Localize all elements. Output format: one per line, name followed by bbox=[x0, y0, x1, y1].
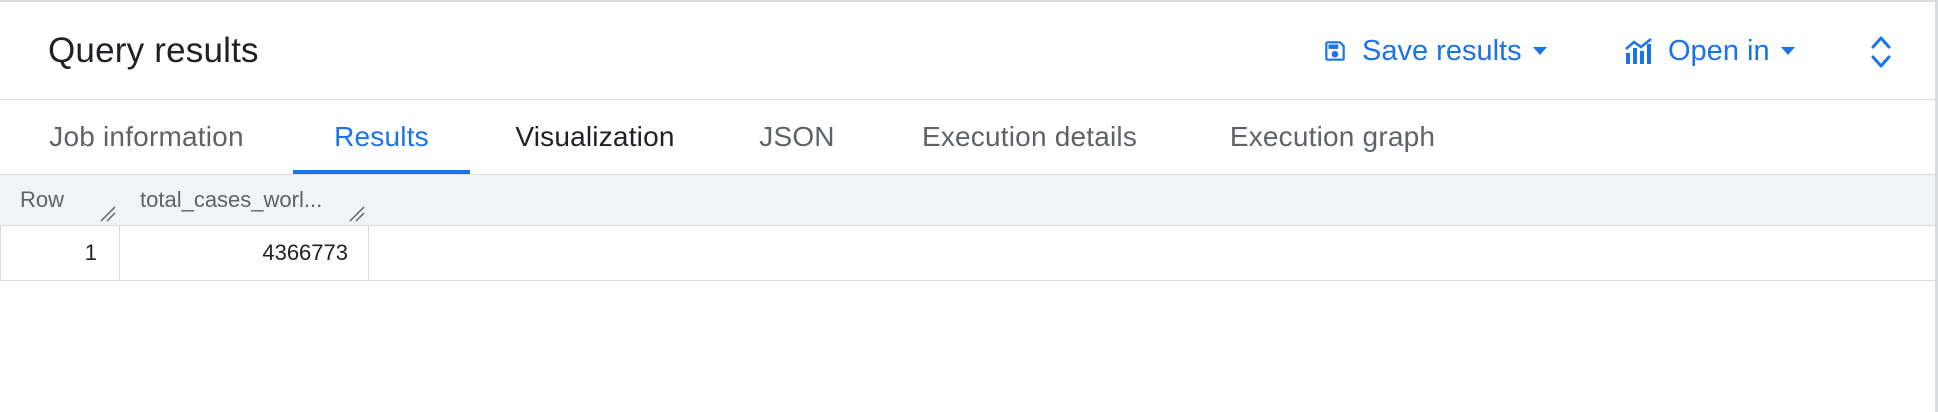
total-cases-cell[interactable]: 4366773 bbox=[120, 226, 369, 280]
open-in-button[interactable]: Open in bbox=[1624, 30, 1796, 72]
query-results-header: Query results Save results Open in bbox=[0, 2, 1935, 100]
column-resize-icon[interactable] bbox=[99, 205, 117, 223]
tab-job-information[interactable]: Job information bbox=[0, 100, 293, 174]
tab-execution-details[interactable]: Execution details bbox=[874, 100, 1185, 174]
save-results-button[interactable]: Save results bbox=[1322, 30, 1548, 72]
column-header-total-cases[interactable]: total_cases_worl... bbox=[140, 175, 322, 225]
results-tabs: Job information Results Visualization JS… bbox=[0, 100, 1935, 175]
results-table-header: Row total_cases_worl... bbox=[0, 175, 1935, 226]
analytics-chart-icon bbox=[1624, 37, 1654, 65]
floppy-disk-icon bbox=[1322, 38, 1348, 64]
open-in-label: Open in bbox=[1668, 34, 1770, 67]
column-resize-icon[interactable] bbox=[348, 205, 366, 223]
row-number-cell: 1 bbox=[0, 226, 120, 280]
table-row: 1 4366773 bbox=[0, 226, 1935, 281]
column-header-row[interactable]: Row bbox=[20, 175, 64, 225]
caret-down-icon bbox=[1532, 46, 1548, 56]
tab-visualization[interactable]: Visualization bbox=[470, 100, 720, 174]
save-results-label: Save results bbox=[1362, 34, 1522, 67]
tab-execution-graph[interactable]: Execution graph bbox=[1185, 100, 1480, 174]
caret-down-icon bbox=[1780, 46, 1796, 56]
expand-panel-button[interactable] bbox=[1866, 34, 1896, 74]
unfold-more-icon bbox=[1870, 34, 1892, 75]
tab-results[interactable]: Results bbox=[293, 100, 470, 174]
tab-json[interactable]: JSON bbox=[720, 100, 874, 174]
query-results-panel: Query results Save results Open in Job i… bbox=[0, 0, 1938, 412]
page-title: Query results bbox=[48, 31, 259, 70]
